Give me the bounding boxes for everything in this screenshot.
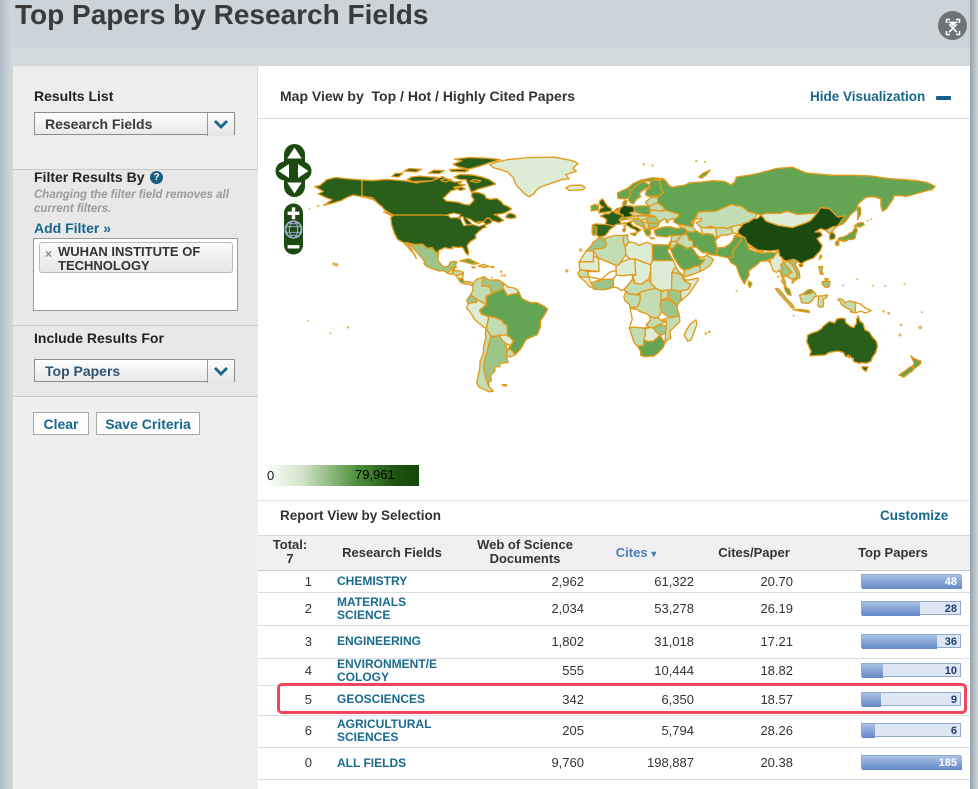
svg-text:0: 0 [267, 468, 274, 483]
svg-text:79,961: 79,961 [355, 467, 395, 482]
